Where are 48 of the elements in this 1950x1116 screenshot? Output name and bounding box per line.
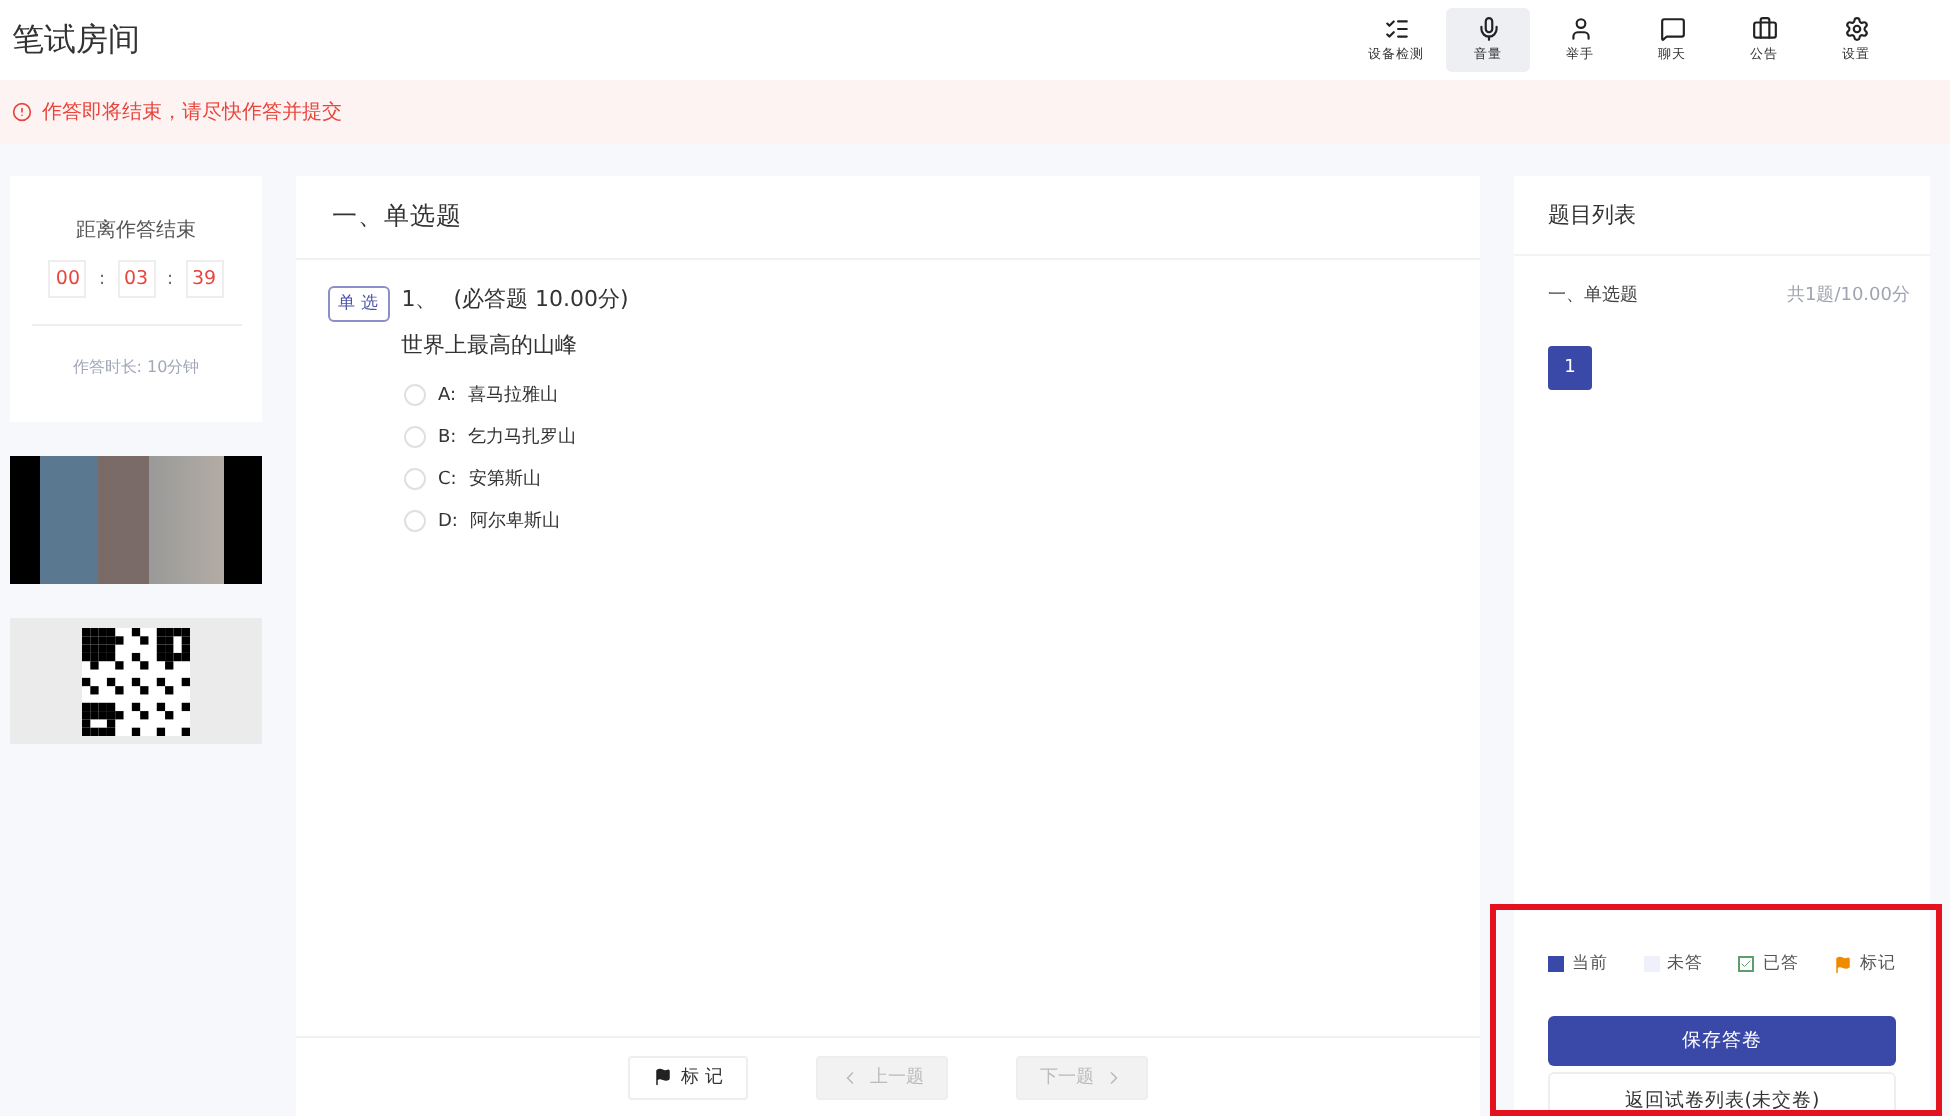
flag-button[interactable]: 标 记 (628, 1055, 748, 1099)
legend-label: 未答 (1667, 952, 1704, 976)
section-title: 一、单选题 (296, 176, 1480, 260)
page-title: 笔试房间 (12, 19, 140, 61)
group-title: 一、单选题 (1548, 283, 1638, 308)
timer-digits: 00 (48, 260, 87, 298)
current-square-icon (1548, 956, 1564, 972)
option-letter: D: (438, 511, 458, 531)
option-text: 喜马拉雅山 (468, 383, 559, 408)
timer-digits: 39 (185, 260, 224, 298)
radio-button[interactable] (404, 468, 426, 490)
radio-button[interactable] (404, 510, 426, 532)
checkbox-icon (1738, 956, 1755, 972)
alert-icon (12, 102, 32, 122)
alert-message: 作答即将结束，请尽快作答并提交 (42, 99, 342, 126)
person-icon (1567, 16, 1593, 42)
timer-title: 距离作答结束 (76, 217, 196, 244)
flag-icon (653, 1068, 672, 1086)
briefcase-icon (1751, 16, 1777, 42)
option-text: 安第斯山 (468, 467, 541, 492)
timer-separator: : (98, 269, 105, 289)
panel-title: 题目列表 (1514, 176, 1930, 256)
qr-code-icon (82, 627, 190, 735)
timer-separator: : (167, 269, 174, 289)
checklist-icon (1383, 16, 1409, 42)
group-summary: 共1题/10.00分 (1786, 283, 1910, 308)
microphone-icon (1475, 16, 1501, 42)
legend-label: 已答 (1762, 952, 1799, 976)
chat-icon (1659, 16, 1685, 42)
save-button[interactable]: 保存答卷 (1548, 1016, 1896, 1066)
flag-icon (1833, 955, 1852, 973)
question-text: 世界上最高的山峰 (401, 330, 580, 360)
option-letter: A: (438, 385, 457, 405)
option-text: 乞力马扎罗山 (468, 425, 577, 450)
timer-digits: 03 (117, 260, 155, 298)
settings-icon (1843, 16, 1869, 42)
duration-text: 作答时长: 10分钟 (72, 356, 200, 378)
option-letter: C: (438, 469, 457, 489)
option-text: 阿尔卑斯山 (469, 509, 560, 534)
question-meta: (必答题 10.00分) (453, 284, 629, 314)
radio-button[interactable] (404, 426, 426, 448)
legend-label: 标记 (1859, 952, 1896, 976)
question-number: 1、 (401, 284, 438, 314)
legend-label: 当前 (1572, 952, 1608, 976)
radio-button[interactable] (404, 384, 426, 406)
option-letter: B: (438, 427, 457, 447)
question-type-tag: 单 选 (328, 286, 390, 322)
question-number-button[interactable]: 1 (1548, 346, 1592, 390)
